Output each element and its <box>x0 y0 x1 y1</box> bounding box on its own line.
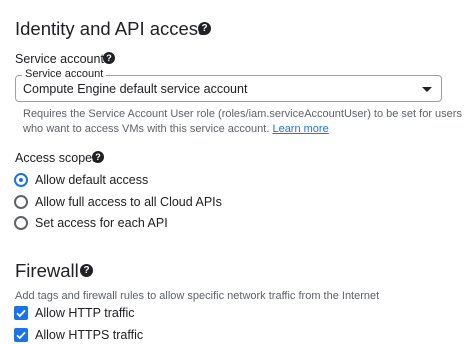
radio-label: Set access for each API <box>35 216 168 230</box>
radio-icon[interactable] <box>14 195 28 209</box>
help-icon[interactable]: ? <box>103 52 115 64</box>
learn-more-link[interactable]: Learn more <box>272 123 328 135</box>
service-account-hint: Requires the Service Account User role (… <box>23 107 463 136</box>
help-icon[interactable]: ? <box>80 264 93 277</box>
help-icon[interactable]: ? <box>198 22 211 35</box>
firewall-title: Firewall <box>15 260 79 281</box>
instance-config-panel: Identity and API access ? Service accoun… <box>0 0 474 344</box>
checkbox-checked-icon[interactable] <box>14 306 28 320</box>
access-scopes-heading: Access scopes <box>15 151 99 165</box>
radio-label: Allow full access to all Cloud APIs <box>35 195 222 209</box>
service-account-select-label: Service account <box>22 68 107 81</box>
service-accounts-heading: Service accounts <box>15 52 111 66</box>
identity-api-access-title: Identity and API access <box>15 18 208 39</box>
radio-label: Allow default access <box>35 173 149 187</box>
checkbox-label: Allow HTTPS traffic <box>35 328 144 342</box>
firewall-hint: Add tags and firewall rules to allow spe… <box>15 290 380 302</box>
service-account-select[interactable]: Service account Compute Engine default s… <box>15 68 442 102</box>
service-account-hint-text: Requires the Service Account User role (… <box>23 108 462 135</box>
help-icon[interactable]: ? <box>92 151 104 163</box>
caret-down-icon <box>422 87 432 92</box>
checkbox-checked-icon[interactable] <box>14 328 28 342</box>
radio-selected-icon[interactable] <box>14 173 28 187</box>
service-account-select-value: Compute Engine default service account <box>23 82 248 96</box>
radio-icon[interactable] <box>14 216 28 230</box>
checkbox-label: Allow HTTP traffic <box>35 306 135 320</box>
